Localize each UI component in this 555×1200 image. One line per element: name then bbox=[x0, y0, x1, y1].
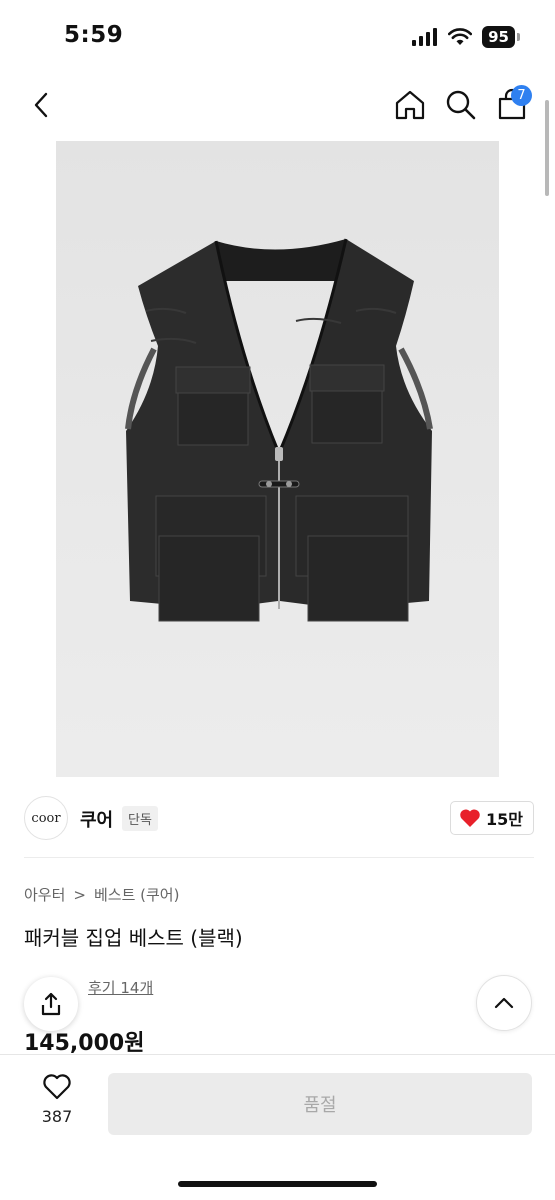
brand-row: coor 쿠어 단독 15만 bbox=[24, 796, 534, 842]
signal-icon bbox=[412, 28, 438, 46]
status-bar: 5:59 95 bbox=[0, 0, 555, 72]
review-link[interactable]: 후기 14개 bbox=[88, 977, 153, 998]
search-icon bbox=[446, 90, 476, 120]
vest-image bbox=[125, 238, 433, 622]
brand-logo[interactable]: coor bbox=[24, 796, 68, 840]
sold-out-button[interactable]: 품절 bbox=[108, 1073, 532, 1135]
brand-like-count: 15만 bbox=[486, 810, 523, 829]
brand-like-button[interactable]: 15만 bbox=[450, 801, 534, 835]
status-icons: 95 bbox=[412, 26, 520, 48]
status-time: 5:59 bbox=[64, 22, 124, 48]
bottom-action-bar: 387 품절 bbox=[0, 1054, 555, 1200]
scrollbar[interactable] bbox=[545, 100, 549, 196]
home-indicator bbox=[178, 1181, 377, 1187]
scroll-top-button[interactable] bbox=[476, 975, 532, 1031]
search-button[interactable] bbox=[444, 88, 478, 122]
breadcrumb-separator: > bbox=[73, 885, 86, 904]
home-icon bbox=[395, 90, 425, 120]
cart-count-badge: 7 bbox=[511, 85, 532, 106]
share-icon bbox=[41, 992, 61, 1016]
breadcrumb-category[interactable]: 아우터 bbox=[24, 884, 65, 905]
exclusive-badge: 단독 bbox=[122, 806, 158, 831]
chevron-up-icon bbox=[494, 997, 514, 1009]
heart-filled-icon bbox=[460, 809, 480, 827]
brand-name[interactable]: 쿠어 bbox=[80, 806, 113, 832]
breadcrumb: 아우터 > 베스트 (쿠어) bbox=[24, 884, 179, 905]
battery-indicator: 95 bbox=[482, 26, 520, 48]
wifi-icon bbox=[448, 28, 473, 45]
product-title: 패커블 집업 베스트 (블랙) bbox=[24, 926, 243, 950]
chevron-left-icon bbox=[34, 92, 48, 118]
wishlist-button[interactable]: 387 bbox=[30, 1073, 84, 1133]
heart-outline-icon bbox=[43, 1074, 71, 1100]
share-button[interactable] bbox=[24, 977, 78, 1031]
product-image[interactable] bbox=[56, 141, 499, 777]
divider bbox=[24, 857, 534, 858]
wishlist-count: 387 bbox=[41, 1107, 73, 1126]
back-button[interactable] bbox=[24, 88, 58, 122]
home-button[interactable] bbox=[393, 88, 427, 122]
top-nav bbox=[0, 80, 555, 130]
breadcrumb-subcategory[interactable]: 베스트 (쿠어) bbox=[94, 884, 179, 905]
